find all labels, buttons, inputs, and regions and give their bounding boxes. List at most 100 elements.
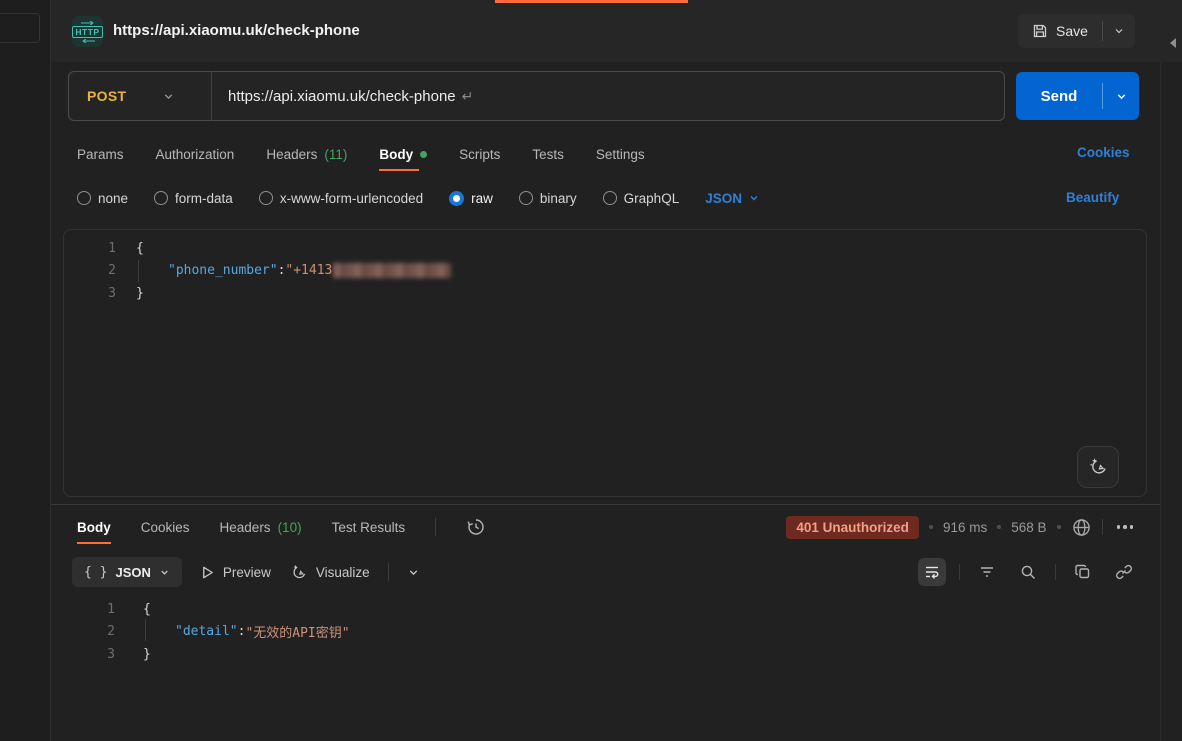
more-options-button[interactable] [1113, 521, 1138, 533]
response-tab-cookies[interactable]: Cookies [141, 520, 190, 535]
cookies-link[interactable]: Cookies [1077, 145, 1130, 160]
tab-params-label: Params [77, 147, 124, 162]
radio-circle-icon [603, 191, 617, 205]
radio-raw[interactable]: raw [449, 191, 493, 206]
tab-scripts[interactable]: Scripts [459, 147, 500, 162]
chevron-down-icon [748, 192, 760, 204]
radio-circle-icon [77, 191, 91, 205]
tab-body[interactable]: Body [379, 147, 427, 162]
url-value: https://api.xiaomu.uk/check-phone [228, 88, 456, 105]
chevron-down-icon [159, 567, 170, 578]
line-number: 2 [51, 624, 115, 639]
tab-tests[interactable]: Tests [532, 147, 564, 162]
search-button[interactable] [1014, 558, 1042, 586]
app-window: HTTP https://api.xiaomu.uk/check-phone S… [0, 0, 1182, 741]
radio-form-data-label: form-data [175, 191, 233, 206]
line-number: 3 [64, 286, 116, 301]
response-tab-test-results[interactable]: Test Results [332, 520, 406, 535]
code-open-brace: { [136, 241, 144, 256]
response-body-editor[interactable]: 1 { 2 "detail" : "无效的API密钥" 3 } [51, 598, 1151, 666]
tab-params[interactable]: Params [77, 147, 124, 162]
tab-settings-label: Settings [596, 147, 645, 162]
response-format-label: JSON [115, 565, 150, 580]
tab-settings[interactable]: Settings [596, 147, 645, 162]
radio-form-data[interactable]: form-data [154, 191, 233, 206]
active-tab-underline [379, 169, 419, 171]
tab-headers[interactable]: Headers (11) [266, 147, 347, 162]
link-button[interactable] [1110, 558, 1138, 586]
visualize-sparkle-icon [289, 563, 308, 582]
tab-headers-label: Headers [266, 147, 317, 162]
search-icon [1019, 563, 1037, 581]
wrap-text-button[interactable] [918, 558, 946, 586]
response-format-dropdown[interactable]: { } JSON [72, 557, 182, 587]
copy-button[interactable] [1069, 558, 1097, 586]
beautify-link[interactable]: Beautify [1066, 190, 1119, 205]
response-tabs: Body Cookies Headers (10) Test Results [77, 514, 486, 540]
save-button[interactable]: Save [1018, 14, 1102, 48]
line-number: 2 [64, 263, 116, 278]
status-badge[interactable]: 401 Unauthorized [786, 516, 919, 539]
radio-binary[interactable]: binary [519, 191, 577, 206]
preview-button[interactable]: Preview [200, 565, 271, 580]
radio-circle-icon [154, 191, 168, 205]
code-value-visible: "+1413 [285, 263, 332, 278]
radio-circle-icon [259, 191, 273, 205]
response-tab-body-label: Body [77, 520, 111, 535]
collapse-arrow-icon[interactable] [1170, 38, 1176, 48]
save-button-label: Save [1056, 23, 1088, 39]
response-size[interactable]: 568 B [1011, 520, 1046, 535]
code-line: 3 } [51, 643, 1151, 666]
left-sidebar [0, 0, 51, 741]
radio-selected-icon [449, 191, 464, 206]
save-options-button[interactable] [1103, 14, 1135, 48]
response-history-button[interactable] [466, 517, 486, 537]
response-time[interactable]: 916 ms [943, 520, 987, 535]
chevron-down-icon[interactable] [407, 566, 420, 579]
visualize-label: Visualize [316, 565, 370, 580]
response-tab-headers-label: Headers [220, 520, 271, 535]
postbot-sparkle-icon [1087, 456, 1109, 478]
filter-button[interactable] [973, 558, 1001, 586]
response-separator [51, 504, 1160, 505]
response-tab-test-results-label: Test Results [332, 520, 406, 535]
chevron-down-icon [1113, 25, 1125, 37]
radio-none-label: none [98, 191, 128, 206]
send-options-button[interactable] [1103, 90, 1139, 103]
code-key: "phone_number" [168, 263, 278, 278]
copy-icon [1074, 563, 1092, 581]
response-tab-headers[interactable]: Headers (10) [220, 520, 302, 535]
save-icon [1032, 23, 1048, 39]
method-selector[interactable]: POST [69, 88, 211, 104]
code-line: 1 { [51, 598, 1151, 621]
raw-format-label: JSON [705, 191, 742, 206]
postbot-button[interactable] [1077, 446, 1119, 488]
radio-urlencoded[interactable]: x-www-form-urlencoded [259, 191, 423, 206]
tool-icons-divider [959, 564, 960, 580]
sidebar-tab-stub[interactable] [0, 13, 40, 43]
raw-format-dropdown[interactable]: JSON [705, 191, 760, 206]
indent-guide [138, 260, 139, 282]
active-tab-underline [77, 542, 111, 544]
separator-dot [997, 525, 1001, 529]
indent-guide [145, 619, 146, 641]
status-row-divider [1102, 519, 1103, 535]
radio-binary-label: binary [540, 191, 577, 206]
globe-icon[interactable] [1071, 517, 1092, 538]
send-button[interactable]: Send [1016, 88, 1102, 105]
body-type-row: none form-data x-www-form-urlencoded raw… [77, 188, 760, 208]
url-input[interactable]: https://api.xiaomu.uk/check-phone↵ [212, 88, 473, 105]
code-colon: : [278, 263, 286, 278]
radio-circle-icon [519, 191, 533, 205]
response-tab-headers-count: (10) [278, 520, 302, 535]
response-tab-body[interactable]: Body [77, 520, 111, 535]
line-number: 3 [51, 647, 115, 662]
request-body-editor[interactable]: 1 { 2 "phone_number" : "+1413 3 } [63, 229, 1147, 497]
tab-authorization-label: Authorization [156, 147, 235, 162]
tab-authorization[interactable]: Authorization [156, 147, 235, 162]
visualize-button[interactable]: Visualize [289, 563, 370, 582]
radio-none[interactable]: none [77, 191, 128, 206]
radio-graphql[interactable]: GraphQL [603, 191, 680, 206]
tool-icons-divider [1055, 564, 1056, 580]
toolbar-divider [388, 563, 389, 581]
